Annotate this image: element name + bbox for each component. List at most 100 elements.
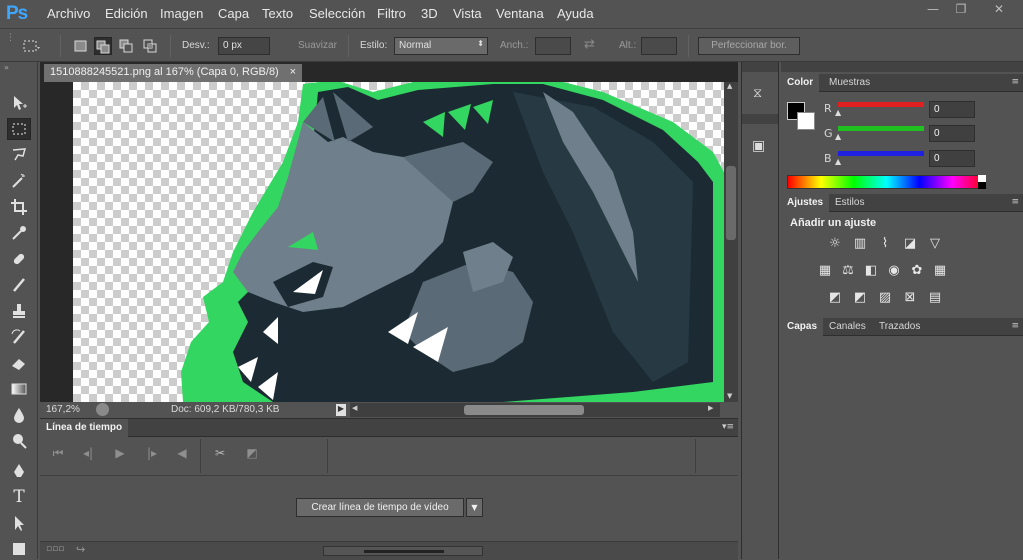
tab-timeline[interactable]: Línea de tiempo [40,419,129,437]
menu-filtro[interactable]: Filtro [377,6,406,21]
collapse-toolbox-icon[interactable]: » [4,63,9,72]
style-select[interactable]: Normal ⬍ [394,37,488,55]
swap-icon[interactable]: ⇄ [584,37,602,55]
brush-tool[interactable] [7,274,31,296]
scroll-down-icon[interactable]: ▼ [727,392,732,400]
background-swatch[interactable] [797,112,815,130]
pen-tool[interactable] [7,460,31,482]
horizontal-scrollbar[interactable]: ◀ ▶ [350,403,720,417]
tab-layers[interactable]: Capas [781,318,824,336]
add-selection-button[interactable] [94,37,112,55]
timeline-dropdown-arrow-icon[interactable]: ▼ [466,498,483,517]
b-value-input[interactable]: 0 [929,150,975,167]
history-panel-icon[interactable]: ⧖ [753,86,762,101]
color-balance-icon[interactable]: ⚖ [839,263,857,280]
tab-paths[interactable]: Trazados [873,318,926,336]
transition-button[interactable]: ◩ [242,446,262,464]
move-tool[interactable] [7,92,31,114]
lasso-tool[interactable] [7,144,31,166]
tool-preset-picker[interactable] [22,37,40,55]
levels-icon[interactable]: ▥ [851,236,869,253]
eraser-tool[interactable] [7,352,31,374]
gradient-map-icon[interactable]: ▤ [926,290,944,307]
invert-icon[interactable]: ◩ [826,290,844,307]
prev-frame-button[interactable]: ◂| [78,446,98,464]
channel-mixer-icon[interactable]: ✿ [908,263,926,280]
hue-saturation-icon[interactable]: ▦ [816,263,834,280]
panel-menu-icon[interactable]: ≡ [1011,197,1019,207]
g-slider-thumb-icon[interactable]: ▲ [835,132,841,141]
eyedropper-tool[interactable] [7,222,31,244]
restore-button[interactable]: ❐ [950,2,972,18]
r-slider[interactable] [838,102,924,107]
exposure-icon[interactable]: ◪ [901,236,919,253]
go-first-frame-button[interactable]: ⏮ [48,446,68,464]
shape-tool[interactable] [7,538,31,560]
next-frame-button[interactable]: |▸ [142,446,162,464]
tab-swatches[interactable]: Muestras [823,74,876,92]
type-tool[interactable]: T [7,486,31,508]
tab-styles[interactable]: Estilos [829,194,870,212]
crop-tool[interactable] [7,196,31,218]
b-slider[interactable] [838,151,924,156]
brightness-icon[interactable]: ☼ [826,236,844,253]
vertical-scrollbar[interactable]: ▲ ▼ [724,82,738,402]
b-slider-thumb-icon[interactable]: ▲ [835,157,841,166]
menu-vista[interactable]: Vista [453,6,482,21]
panel-menu-icon[interactable]: ▾≡ [722,422,734,432]
menu-ventana[interactable]: Ventana [496,6,544,21]
width-input[interactable] [535,37,571,55]
g-slider[interactable] [838,126,924,131]
menu-imagen[interactable]: Imagen [160,6,203,21]
properties-panel-icon[interactable]: ▣ [752,138,765,154]
path-select-tool[interactable] [7,512,31,534]
scroll-right-icon[interactable]: ▶ [708,404,713,412]
scroll-left-icon[interactable]: ◀ [352,404,357,412]
status-info-icon[interactable] [96,403,109,416]
color-spectrum[interactable] [787,175,986,189]
canvas[interactable] [73,82,724,402]
audio-button[interactable]: ◀ [172,446,192,464]
panel-menu-icon[interactable]: ≡ [1011,77,1019,87]
spectrum-white[interactable] [978,175,986,182]
tab-channels[interactable]: Canales [823,318,872,336]
threshold-icon[interactable]: ▨ [876,290,894,307]
zoom-level[interactable]: 167,2% [46,404,80,415]
frame-animation-icon[interactable]: ▫▫▫ [46,544,64,554]
vertical-scroll-thumb[interactable] [726,166,736,240]
close-document-icon[interactable]: × [290,66,296,78]
menu-ayuda[interactable]: Ayuda [557,6,594,21]
stamp-tool[interactable] [7,300,31,322]
subtract-selection-button[interactable] [118,37,136,55]
menu-texto[interactable]: Texto [262,6,293,21]
horizontal-scroll-thumb[interactable] [464,405,584,415]
g-value-input[interactable]: 0 [929,125,975,142]
r-value-input[interactable]: 0 [929,101,975,118]
timeline-zoom-slider[interactable] [323,546,483,556]
menu-3d[interactable]: 3D [421,6,438,21]
marquee-tool[interactable] [7,118,31,140]
dodge-tool[interactable] [7,430,31,452]
menu-archivo[interactable]: Archivo [47,6,90,21]
magic-wand-tool[interactable] [7,170,31,192]
gradient-tool[interactable] [7,378,31,400]
scroll-up-icon[interactable]: ▲ [727,82,732,90]
vibrance-icon[interactable]: ▽ [926,236,944,253]
intersect-selection-button[interactable] [142,37,160,55]
feather-input[interactable]: 0 px [218,37,270,55]
menu-capa[interactable]: Capa [218,6,249,21]
history-brush-tool[interactable] [7,326,31,348]
healing-tool[interactable] [7,248,31,270]
close-button[interactable]: ✕ [988,2,1010,18]
menu-seleccion[interactable]: Selección [309,6,365,21]
panel-menu-icon[interactable]: ≡ [1011,321,1019,331]
selective-color-icon[interactable]: ⊠ [901,290,919,307]
menu-edicion[interactable]: Edición [105,6,148,21]
photo-filter-icon[interactable]: ◉ [885,263,903,280]
document-tab[interactable]: 1510888245521.png al 167% (Capa 0, RGB/8… [44,64,302,82]
blur-tool[interactable] [7,404,31,426]
tab-color[interactable]: Color [781,74,820,92]
color-lookup-icon[interactable]: ▦ [931,263,949,280]
zoom-slider-thumb[interactable] [364,550,444,553]
refine-edge-button[interactable]: Perfeccionar bor. [698,37,800,55]
